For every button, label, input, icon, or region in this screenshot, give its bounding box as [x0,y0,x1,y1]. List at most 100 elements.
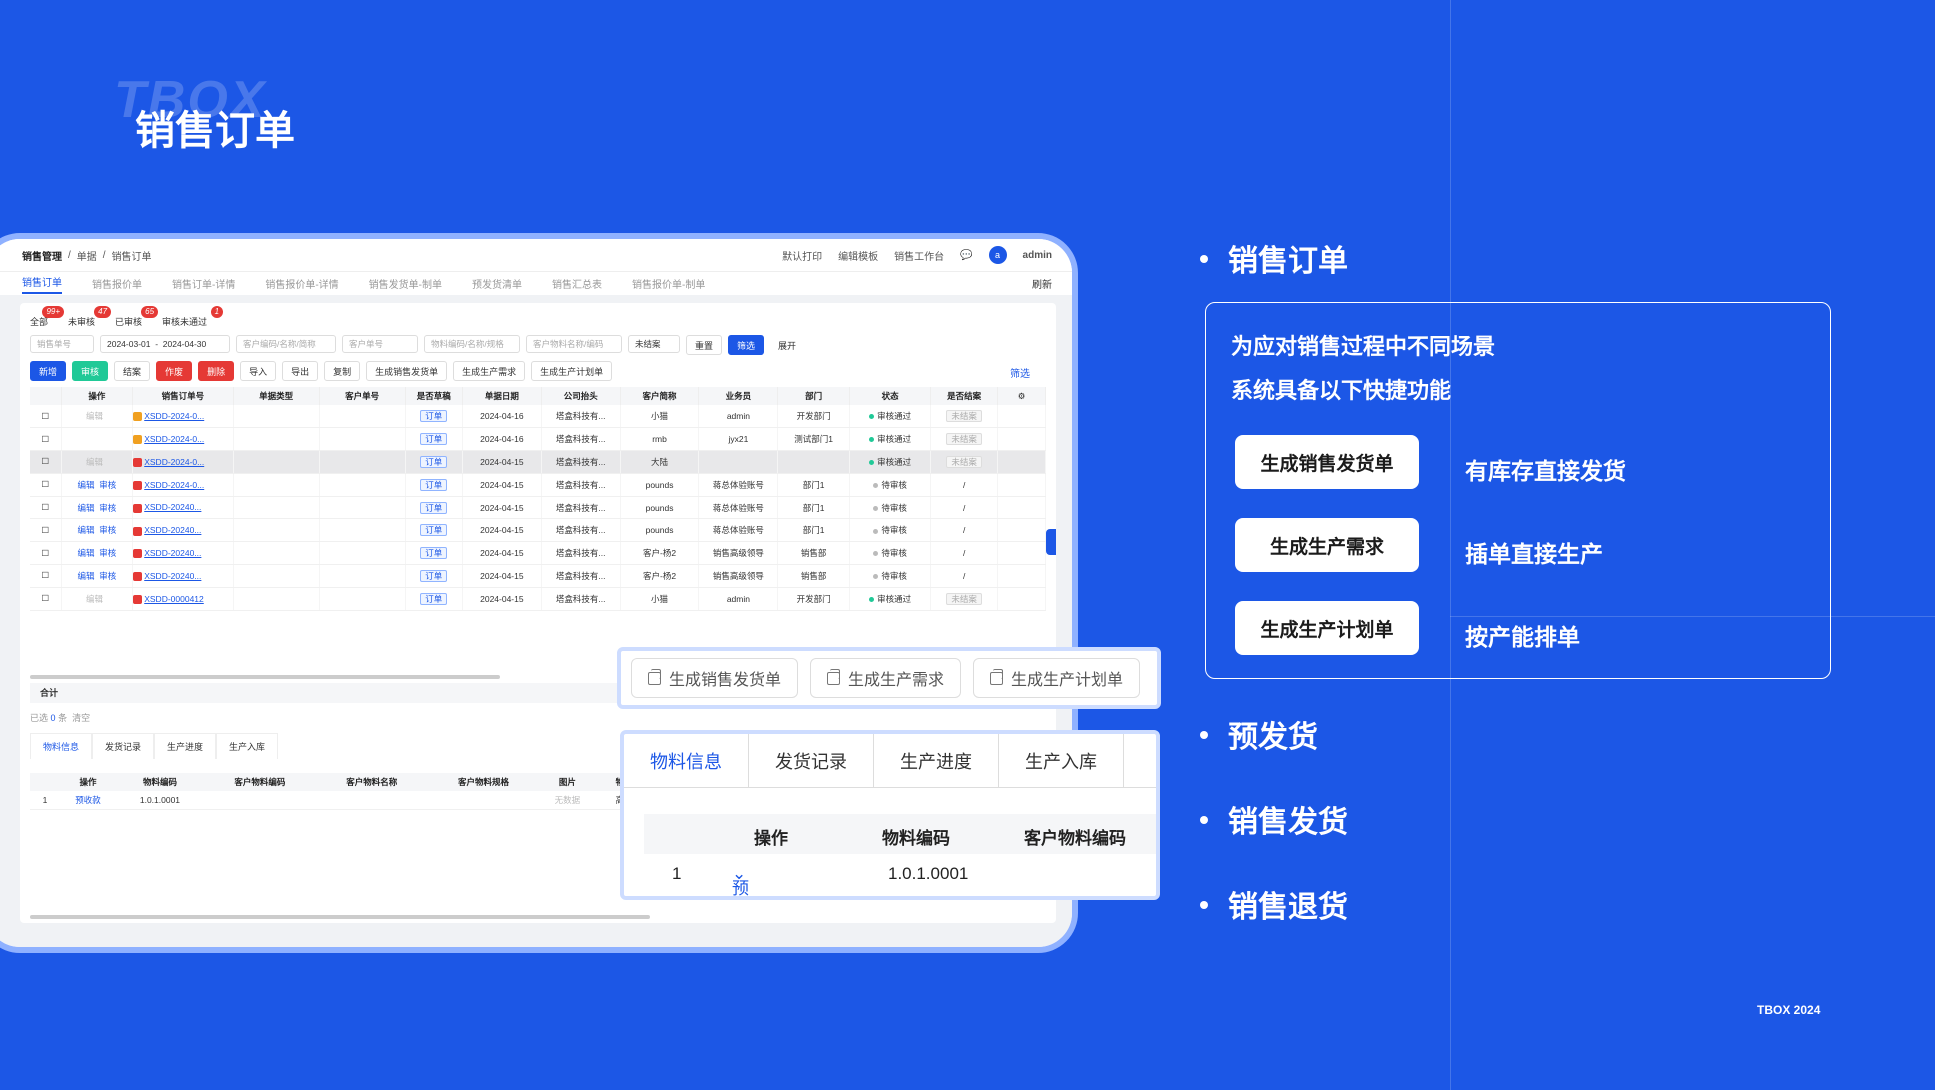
prepay-dropdown[interactable]: 预收款 [60,791,116,810]
order-number-link[interactable]: XSDD-20240... [144,548,201,558]
customer-material-input[interactable]: 客户物料名称/编码 [526,335,622,353]
tab-pre-delivery[interactable]: 预发货清单 [472,276,522,291]
order-number-link[interactable]: XSDD-2024-0... [144,434,204,444]
import-button[interactable]: 导入 [240,361,277,381]
date-range-input[interactable]: 2024-03-01 - 2024-04-30 [100,335,230,353]
order-number-link[interactable]: XSDD-20240... [144,571,201,581]
edit-link[interactable]: 编辑 [78,571,95,581]
zoom-gen-plan-button[interactable]: 生成生产计划单 [973,658,1141,698]
tab-order-detail[interactable]: 销售订单-详情 [172,276,235,291]
tab-quote-make[interactable]: 销售报价单-制单 [632,276,705,291]
audit-link[interactable]: 审核 [99,480,116,490]
audit-link[interactable]: 审核 [99,503,116,513]
feature-gen-demand-button[interactable]: 生成生产需求 [1235,518,1419,572]
print-menu[interactable]: 默认打印 [782,248,822,263]
gen-delivery-button[interactable]: 生成销售发货单 [366,361,448,381]
avatar[interactable]: a [988,246,1007,264]
edit-link[interactable]: 编辑 [86,457,103,467]
closed-select[interactable]: 未结案 [628,335,680,353]
workbench-menu[interactable]: 销售工作台 [894,248,944,263]
zoom-tab-material[interactable]: 物料信息 [624,734,749,787]
row-checkbox[interactable]: ☐ [30,496,62,520]
breadcrumb-doc[interactable]: 单据 [77,248,97,263]
row-checkbox[interactable]: ☐ [30,564,62,588]
feature-gen-plan-button[interactable]: 生成生产计划单 [1235,601,1419,655]
tab-production-progress[interactable]: 生产进度 [154,733,217,759]
order-number-link[interactable]: XSDD-2024-0... [144,480,204,490]
table-row[interactable]: ☐ 编辑 审核 XSDD-20240... 订单 2024-04-15 塔盒科技有... p… [30,496,1046,520]
order-number-link[interactable]: XSDD-2024-0... [144,411,204,421]
gen-demand-button[interactable]: 生成生产需求 [453,361,526,381]
row-checkbox[interactable]: ☐ [30,427,62,452]
audit-link[interactable]: 审核 [99,525,116,535]
delete-button[interactable]: 删除 [198,361,235,381]
table-row[interactable]: ☐ 编辑 审核 XSDD-2024-0... 订单 2024-04-15 塔盒科技有...… [30,473,1046,497]
search-button[interactable]: 筛选 [728,335,765,355]
order-number-link[interactable]: XSDD-20240... [144,525,201,535]
edit-link[interactable]: 编辑 [86,411,103,421]
template-menu[interactable]: 编辑模板 [838,248,878,263]
row-checkbox[interactable]: ☐ [30,541,62,566]
table-row[interactable]: ☐ 编辑 XSDD-2024-0... 订单 2024-04-15 塔盒科技有... 大陆… [30,450,1046,474]
gen-plan-button[interactable]: 生成生产计划单 [531,361,613,381]
zoom-gen-demand-button[interactable]: 生成生产需求 [810,658,962,698]
table-row[interactable]: ☐ 编辑 XSDD-0000412 订单 2024-04-15 塔盒科技有... 小猫 ad… [30,587,1046,611]
zoom-tab-delivery[interactable]: 发货记录 [749,734,874,787]
message-icon[interactable]: 💬 [960,250,972,261]
status-tab-unaudited[interactable]: 未审核 47 [68,306,112,328]
clear-selection-link[interactable]: 清空 [72,713,90,723]
status-tab-rejected[interactable]: 审核未通过 1 [162,306,224,328]
edit-link[interactable]: 编辑 [78,525,95,535]
tab-quote[interactable]: 销售报价单 [92,276,142,291]
export-button[interactable]: 导出 [282,361,319,381]
tab-summary[interactable]: 销售汇总表 [552,276,602,291]
void-button[interactable]: 作废 [156,361,193,381]
horizontal-scrollbar[interactable] [30,915,650,919]
reset-button[interactable]: 重置 [686,335,723,355]
table-row[interactable]: ☐ XSDD-2024-0... 订单 2024-04-16 塔盒科技有... rmb j… [30,427,1046,452]
table-row[interactable]: ☐ 编辑 审核 XSDD-20240... 订单 2024-04-15 塔盒科技有... 客… [30,541,1046,566]
order-number-link[interactable]: XSDD-0000412 [144,594,204,604]
close-button[interactable]: 结案 [114,361,151,381]
customer-input[interactable]: 客户编码/名称/简称 [236,335,336,353]
status-tab-all[interactable]: 全部 99+ [30,306,65,328]
zoom-prepay-dropdown[interactable]: 预收款 ⌄ [732,864,749,896]
copy-button[interactable]: 复制 [324,361,361,381]
tab-quote-detail[interactable]: 销售报价单-详情 [265,276,338,291]
tab-production-storage[interactable]: 生产入库 [216,733,279,759]
table-row[interactable]: ☐ 编辑 审核 XSDD-20240... 订单 2024-04-15 塔盒科技有... p… [30,518,1046,543]
tab-sales-order[interactable]: 销售订单 [22,274,62,294]
zoom-tab-progress[interactable]: 生产进度 [874,734,999,787]
filter-link[interactable]: 筛选 [1010,365,1030,380]
settings-icon[interactable]: ⚙ [997,387,1046,405]
row-checkbox[interactable]: ☐ [30,405,62,429]
audit-button[interactable]: 审核 [72,361,109,381]
zoom-tab-storage[interactable]: 生产入库 [999,734,1124,787]
tab-delivery-make[interactable]: 销售发货单-制单 [369,276,442,291]
row-checkbox[interactable]: ☐ [30,450,62,474]
tab-delivery-records[interactable]: 发货记录 [92,733,155,759]
row-checkbox[interactable]: ☐ [30,587,62,611]
order-number-link[interactable]: XSDD-20240... [144,502,201,512]
edit-link[interactable]: 编辑 [78,480,95,490]
table-row[interactable]: ☐ 编辑 XSDD-2024-0... 订单 2024-04-16 塔盒科技有... 小猫… [30,405,1046,429]
material-input[interactable]: 物料编码/名称/规格 [424,335,520,353]
add-button[interactable]: 新增 [30,361,67,381]
side-handle[interactable] [1046,529,1056,555]
breadcrumb-module[interactable]: 销售管理 [22,248,62,263]
edit-link[interactable]: 编辑 [78,503,95,513]
zoom-gen-delivery-button[interactable]: 生成销售发货单 [631,658,799,698]
order-no-input[interactable]: 销售单号 [30,335,94,353]
edit-link[interactable]: 编辑 [78,548,95,558]
edit-link[interactable]: 编辑 [86,594,103,604]
row-checkbox[interactable]: ☐ [30,473,62,497]
tab-material-info[interactable]: 物料信息 [30,733,93,759]
table-row[interactable]: ☐ 编辑 审核 XSDD-20240... 订单 2024-04-15 塔盒科技有... 客… [30,564,1046,588]
user-menu[interactable]: admin [1023,250,1052,261]
audit-link[interactable]: 审核 [99,571,116,581]
order-number-link[interactable]: XSDD-2024-0... [144,457,204,467]
refresh-button[interactable]: 刷新 [1032,276,1072,291]
expand-toggle[interactable]: 展开 [770,335,805,355]
customer-no-input[interactable]: 客户单号 [342,335,418,353]
audit-link[interactable]: 审核 [99,548,116,558]
